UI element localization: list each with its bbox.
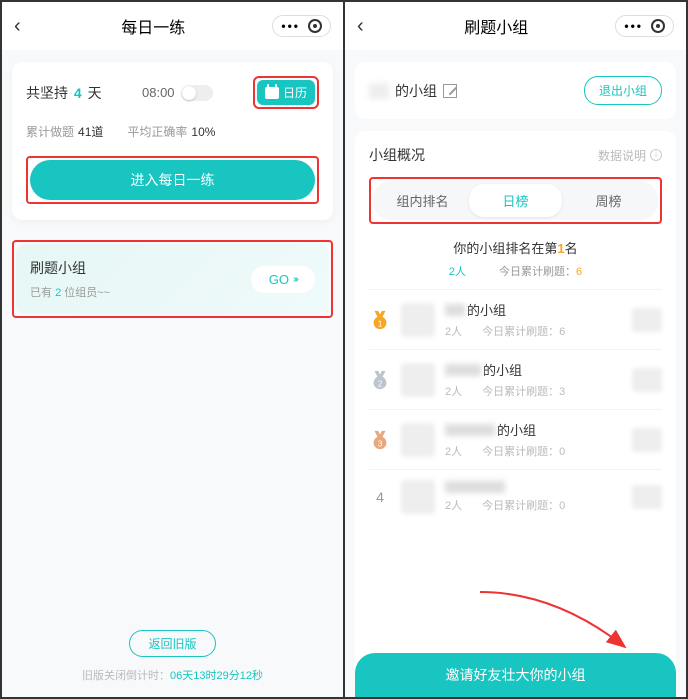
thumbnail: [632, 485, 662, 509]
page-title: 每日一练: [34, 14, 272, 38]
menu-icon[interactable]: •••: [624, 19, 643, 33]
target-icon[interactable]: [651, 19, 665, 33]
header: ‹ 刷题小组 •••: [345, 2, 686, 50]
item-name: [445, 481, 622, 493]
group-name: 的小组: [369, 81, 457, 101]
daily-practice-screen: ‹ 每日一练 ••• 共坚持 4 天 08:00 日历: [2, 2, 343, 697]
medal-icon: 2: [369, 369, 391, 391]
quit-group-button[interactable]: 退出小组: [584, 76, 662, 105]
item-name: 的小组: [445, 360, 622, 379]
item-name: 的小组: [445, 420, 622, 439]
thumbnail: [632, 428, 662, 452]
svg-text:3: 3: [378, 439, 383, 448]
reminder-toggle[interactable]: 08:00: [142, 85, 213, 101]
rank-tabs: 组内排名 日榜 周榜: [373, 181, 658, 220]
thumbnail: [632, 308, 662, 332]
group-card[interactable]: 刷题小组 已有 2 位组员~~ GO›››: [16, 244, 329, 314]
group-card-sub: 已有 2 位组员~~: [30, 284, 110, 300]
avatar: [401, 480, 435, 514]
your-rank: 你的小组排名在第1名 2人 今日累计刷题：6: [369, 238, 662, 279]
menu-icon[interactable]: •••: [281, 19, 300, 33]
target-icon[interactable]: [308, 19, 322, 33]
info-icon: i: [650, 149, 662, 161]
item-name: 的小组: [445, 300, 622, 319]
page-title: 刷题小组: [377, 14, 615, 38]
tab-weekly[interactable]: 周榜: [562, 184, 655, 217]
calendar-icon: [265, 87, 279, 99]
item-info: 的小组 2人今日累计刷题：3: [445, 360, 622, 399]
group-card-title: 刷题小组: [30, 258, 110, 278]
list-item[interactable]: 4 2人今日累计刷题：0: [369, 469, 662, 524]
avatar: [401, 423, 435, 457]
list-item[interactable]: 3 的小组 2人今日累计刷题：0: [369, 409, 662, 469]
old-version-button[interactable]: 返回旧版: [129, 630, 215, 657]
tab-daily[interactable]: 日榜: [469, 184, 562, 217]
enter-daily-button[interactable]: 进入每日一练: [30, 160, 315, 200]
item-info: 2人今日累计刷题：0: [445, 481, 622, 513]
list-item[interactable]: 2 的小组 2人今日累计刷题：3: [369, 349, 662, 409]
item-sub: 2人今日累计刷题：6: [445, 323, 622, 339]
invite-button[interactable]: 邀请好友壮大你的小组: [355, 653, 676, 697]
medal-icon: 1: [369, 309, 391, 331]
go-button[interactable]: GO›››: [251, 266, 315, 293]
tab-group-rank[interactable]: 组内排名: [376, 184, 469, 217]
capsule: •••: [272, 15, 331, 37]
blurred-text: [445, 364, 481, 376]
rank-list: 1 的小组 2人今日累计刷题：6 2 的小组 2人今日累计刷题：3 3 的小组 2人今日累计刷题…: [369, 289, 662, 697]
overview-card: 小组概况 数据说明 i 组内排名 日榜 周榜 你的小组排名在第1名 2人 今日累…: [355, 131, 676, 697]
back-icon[interactable]: ‹: [357, 15, 377, 38]
item-sub: 2人今日累计刷题：3: [445, 383, 622, 399]
calendar-button[interactable]: 日历: [253, 76, 319, 109]
persist-label: 共坚持 4 天: [26, 83, 102, 103]
footer: 返回旧版 旧版关闭倒计时：06天13时29分12秒: [2, 630, 343, 697]
blurred-text: [445, 304, 465, 316]
data-info-button[interactable]: 数据说明 i: [598, 147, 662, 164]
stats-row: 累计做题41道 平均正确率10%: [26, 123, 319, 140]
header: ‹ 每日一练 •••: [2, 2, 343, 50]
svg-text:2: 2: [378, 379, 383, 388]
blurred-text: [445, 424, 495, 436]
chevron-right-icon: ›››: [293, 274, 297, 285]
capsule: •••: [615, 15, 674, 37]
item-info: 的小组 2人今日累计刷题：6: [445, 300, 622, 339]
item-info: 的小组 2人今日累计刷题：0: [445, 420, 622, 459]
avatar: [401, 363, 435, 397]
svg-text:1: 1: [378, 319, 383, 328]
back-icon[interactable]: ‹: [14, 15, 34, 38]
blurred-text: [369, 83, 389, 99]
medal-icon: 3: [369, 429, 391, 451]
avatar: [401, 303, 435, 337]
list-item[interactable]: 1 的小组 2人今日累计刷题：6: [369, 289, 662, 349]
edit-icon[interactable]: [443, 84, 457, 98]
thumbnail: [632, 368, 662, 392]
countdown-label: 旧版关闭倒计时：06天13时29分12秒: [2, 667, 343, 683]
rank-number: 4: [369, 489, 391, 505]
item-sub: 2人今日累计刷题：0: [445, 497, 622, 513]
group-header-card: 的小组 退出小组: [355, 62, 676, 119]
switch-icon[interactable]: [181, 85, 213, 101]
item-sub: 2人今日累计刷题：0: [445, 443, 622, 459]
group-screen: ‹ 刷题小组 ••• 的小组 退出小组 小组概况 数据说明 i: [343, 2, 686, 697]
blurred-text: [445, 481, 505, 493]
overview-label: 小组概况: [369, 145, 425, 165]
summary-card: 共坚持 4 天 08:00 日历 累计做题41道 平均正确率10% 进入每日一练: [12, 62, 333, 220]
